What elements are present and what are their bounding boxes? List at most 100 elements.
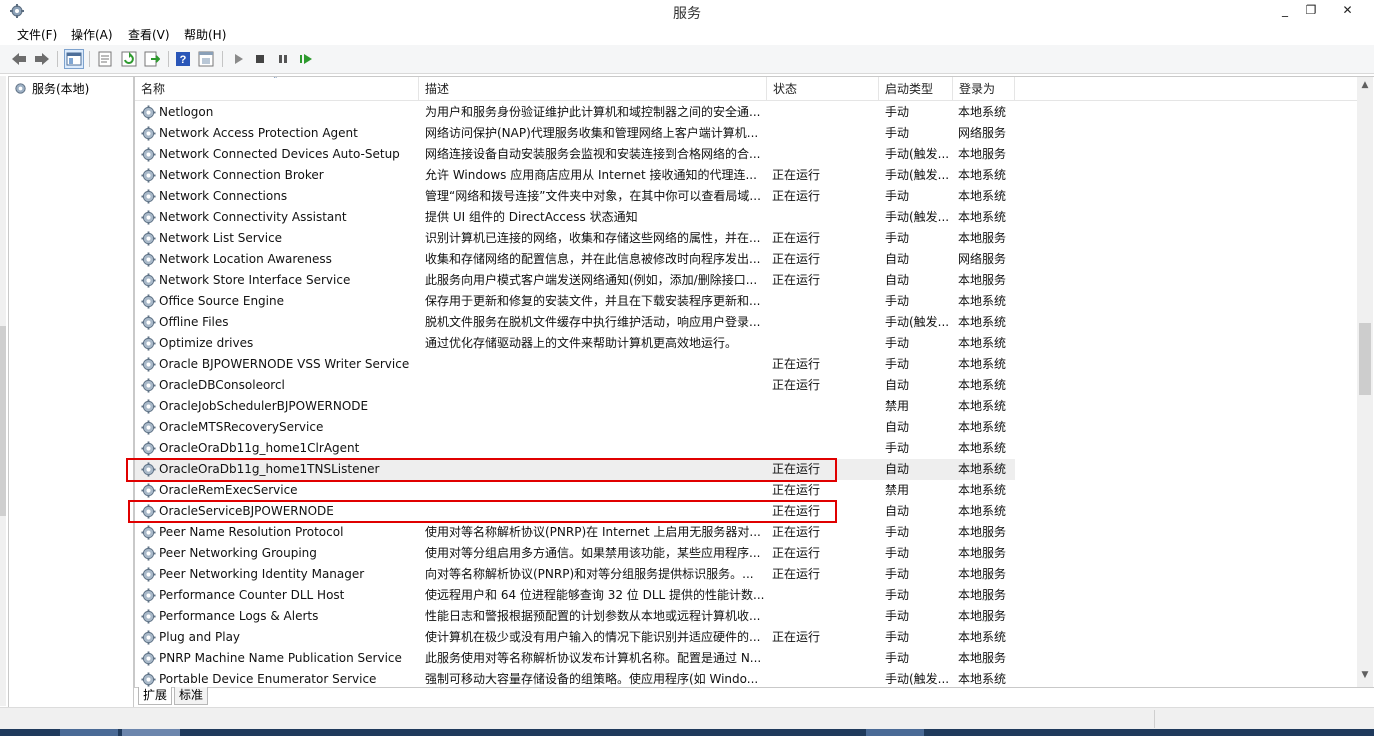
- pause-service-icon[interactable]: [274, 50, 292, 68]
- table-row[interactable]: Netlogon 为用户和服务身份验证维护此计算机和域控制器之间的安全通... 手动…: [135, 102, 1015, 123]
- table-row[interactable]: Network Connection Broker 允许 Windows 应用商店…: [135, 165, 1015, 186]
- show-console-tree-icon[interactable]: [64, 49, 84, 69]
- service-name: Oracle BJPOWERNODE VSS Writer Service: [159, 357, 410, 371]
- table-row[interactable]: Oracle BJPOWERNODE VSS Writer Service 正在运…: [135, 354, 1015, 375]
- service-description: 强制可移动大容量存储设备的组策略。使应用程序(如 Windo...: [425, 672, 759, 686]
- column-header-startup-type[interactable]: 启动类型: [879, 77, 953, 100]
- service-name: OracleDBConsoleorcl: [159, 378, 285, 392]
- service-gear-icon: [141, 630, 156, 645]
- table-row[interactable]: Offline Files 脱机文件服务在脱机文件缓存中执行维护活动，响应用户登录…: [135, 312, 1015, 333]
- scroll-down-arrow-icon[interactable]: ▼: [1357, 670, 1373, 680]
- close-button[interactable]: ✕: [1325, 0, 1370, 22]
- table-row[interactable]: OracleRemExecService 正在运行 禁用 本地系统: [135, 480, 1015, 501]
- column-header-description[interactable]: 描述: [419, 77, 767, 100]
- service-status: 正在运行: [772, 483, 821, 497]
- column-header-logon-as[interactable]: 登录为: [953, 77, 1015, 100]
- column-header-status[interactable]: 状态: [767, 77, 879, 100]
- service-logon-as: 网络服务: [958, 126, 1007, 140]
- tab-extended[interactable]: 扩展: [138, 687, 173, 705]
- menu-action[interactable]: 操作(A): [71, 26, 113, 43]
- view-icon[interactable]: [197, 50, 215, 68]
- service-gear-icon: [141, 378, 156, 393]
- taskbar-button[interactable]: [866, 729, 924, 736]
- service-logon-as: 本地系统: [958, 630, 1007, 644]
- table-row[interactable]: Network List Service 识别计算机已连接的网络，收集和存储这些网…: [135, 228, 1015, 249]
- table-row[interactable]: Office Source Engine 保存用于更新和修复的安装文件，并且在下载…: [135, 291, 1015, 312]
- service-status: 正在运行: [772, 525, 821, 539]
- table-row[interactable]: PNRP Machine Name Publication Service 此服务…: [135, 648, 1015, 669]
- back-icon[interactable]: [10, 50, 28, 68]
- service-description: 使用对等名称解析协议(PNRP)在 Internet 上启用无服务器对...: [425, 525, 761, 539]
- table-row[interactable]: Performance Counter DLL Host 使远程用户和 64 位进…: [135, 585, 1015, 606]
- service-status: [772, 123, 872, 144]
- service-name-cell: Plug and Play: [141, 627, 421, 648]
- scroll-up-arrow-icon[interactable]: ▲: [1357, 80, 1373, 90]
- table-row[interactable]: OracleJobSchedulerBJPOWERNODE 禁用 本地系统: [135, 396, 1015, 417]
- service-status: 正在运行: [772, 567, 821, 581]
- service-gear-icon: [141, 168, 156, 183]
- service-startup-type: 禁用: [885, 399, 910, 413]
- minimize-button[interactable]: _: [1274, 0, 1296, 22]
- service-startup-type: 手动: [885, 567, 910, 581]
- table-row[interactable]: Optimize drives 通过优化存储驱动器上的文件来帮助计算机更高效地运行…: [135, 333, 1015, 354]
- forward-icon[interactable]: [33, 50, 51, 68]
- table-row[interactable]: Network Connections 管理“网络和拨号连接”文件夹中对象，在其中…: [135, 186, 1015, 207]
- tree-item-services-local[interactable]: 服务(本地): [13, 80, 89, 97]
- table-row[interactable]: Network Connected Devices Auto-Setup 网络连接…: [135, 144, 1015, 165]
- highlight-box-tnslistener: [126, 458, 837, 482]
- service-name: Plug and Play: [159, 630, 241, 644]
- service-startup-type: 手动: [885, 126, 910, 140]
- maximize-button[interactable]: ❐: [1300, 0, 1322, 22]
- tab-standard[interactable]: 标准: [174, 687, 209, 705]
- table-row[interactable]: Performance Logs & Alerts 性能日志和警报根据预配置的计划…: [135, 606, 1015, 627]
- help-icon[interactable]: ?: [174, 50, 192, 68]
- service-status: [772, 333, 872, 354]
- start-service-icon[interactable]: [229, 50, 247, 68]
- refresh-icon[interactable]: [120, 50, 138, 68]
- table-row[interactable]: Network Location Awareness 收集和存储网络的配置信息，并…: [135, 249, 1015, 270]
- properties-icon[interactable]: [96, 50, 114, 68]
- service-logon-as: 本地系统: [958, 378, 1007, 392]
- tree-item-label: 服务(本地): [32, 82, 90, 96]
- table-row[interactable]: OracleMTSRecoveryService 自动 本地系统: [135, 417, 1015, 438]
- service-logon-as: 本地系统: [958, 462, 1007, 476]
- menu-file[interactable]: 文件(F): [17, 26, 57, 43]
- menu-help[interactable]: 帮助(H): [184, 26, 226, 43]
- table-row[interactable]: Network Store Interface Service 此服务向用户模式客…: [135, 270, 1015, 291]
- table-row[interactable]: Network Connectivity Assistant 提供 UI 组件的 …: [135, 207, 1015, 228]
- table-row[interactable]: Plug and Play 使计算机在极少或没有用户输入的情况下能识别并适应硬件的…: [135, 627, 1015, 648]
- table-row[interactable]: Network Access Protection Agent 网络访问保护(NA…: [135, 123, 1015, 144]
- service-startup-type: 自动: [885, 420, 910, 434]
- menu-view[interactable]: 查看(V): [128, 26, 170, 43]
- export-list-icon[interactable]: [143, 50, 161, 68]
- service-name: Portable Device Enumerator Service: [159, 672, 377, 686]
- table-row[interactable]: OracleOraDb11g_home1ClrAgent 手动 本地系统: [135, 438, 1015, 459]
- table-row[interactable]: Portable Device Enumerator Service 强制可移动大…: [135, 669, 1015, 687]
- table-row[interactable]: Peer Networking Identity Manager 向对等名称解析协…: [135, 564, 1015, 585]
- table-row[interactable]: Peer Name Resolution Protocol 使用对等名称解析协议(…: [135, 522, 1015, 543]
- service-description: 识别计算机已连接的网络，收集和存储这些网络的属性，并在...: [425, 231, 761, 245]
- restart-service-icon[interactable]: [297, 50, 315, 68]
- service-logon-as: 本地系统: [958, 357, 1007, 371]
- service-startup-type: 手动: [885, 525, 910, 539]
- table-row[interactable]: OracleDBConsoleorcl 正在运行 自动 本地系统: [135, 375, 1015, 396]
- service-name: Offline Files: [159, 315, 229, 329]
- service-gear-icon: [141, 399, 156, 414]
- service-name: OracleMTSRecoveryService: [159, 420, 324, 434]
- service-logon-as: 本地服务: [958, 567, 1007, 581]
- highlight-box-servicebjpowernode: [128, 500, 837, 523]
- taskbar-button[interactable]: [122, 729, 180, 736]
- column-header-name[interactable]: 名称: [135, 77, 419, 100]
- taskbar-button[interactable]: [60, 729, 118, 736]
- table-row[interactable]: Peer Networking Grouping 使用对等分组启用多方通信。如果禁…: [135, 543, 1015, 564]
- service-logon-as: 本地系统: [958, 294, 1007, 308]
- service-name-cell: Network Location Awareness: [141, 249, 421, 270]
- service-description: [425, 354, 767, 375]
- service-status: [772, 207, 872, 228]
- vertical-scrollbar[interactable]: ▲ ▼: [1357, 77, 1373, 687]
- stop-service-icon[interactable]: [251, 50, 269, 68]
- scroll-thumb[interactable]: [1359, 323, 1371, 395]
- service-name: OracleRemExecService: [159, 483, 298, 497]
- service-name: Netlogon: [159, 105, 214, 119]
- service-description: [425, 417, 767, 438]
